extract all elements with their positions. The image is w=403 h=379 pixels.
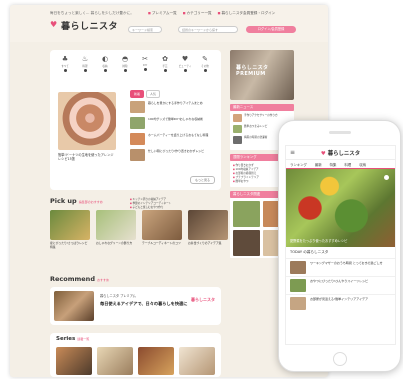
pickup-item[interactable]: おしゃれなグリーンの飾り方 xyxy=(96,210,136,249)
series-item[interactable] xyxy=(56,347,92,375)
pickup-item[interactable]: お弁当づくりのアイデア集 xyxy=(188,210,228,249)
phone-speaker xyxy=(329,131,351,134)
site-header: 毎日をちょっと楽しく… 暮らしを少しだけ豊かに。 ♥ 暮らしニスタ プレミアム一… xyxy=(10,5,328,42)
category-beauty[interactable]: ♥ ビューティ xyxy=(178,55,192,72)
box-icon: ◐ xyxy=(101,55,109,63)
hero-caption: 夏野菜をたっぷり使ったおすすめレシピ xyxy=(290,238,348,243)
category-row: ♣ すべて ♨ 料理 ◐ 収納 ◓ 掃除 ✂ DIY ✿ 手芸 ♥ ビューティ ✎ その他 xyxy=(58,55,212,72)
related-item[interactable] xyxy=(233,230,260,256)
more-button[interactable]: もっと見る xyxy=(189,176,215,184)
bucket-icon: ◓ xyxy=(121,55,129,63)
tab-latest[interactable]: 最新 xyxy=(315,162,322,167)
home-button[interactable] xyxy=(333,352,347,366)
tab-new[interactable]: 新着 xyxy=(130,90,145,98)
article-list: 暮らしを豊かにする手作りアイテムまとめ 100均グッズで簡単DIY!おしゃれな収… xyxy=(130,101,215,165)
list-item[interactable]: おやつにぴったり!ひんやりスイーツレシピ xyxy=(286,276,395,294)
related-item[interactable] xyxy=(233,201,260,227)
list-item[interactable]: ホームパーティーを盛り上げるおもてなし料理 xyxy=(130,133,215,145)
list-item[interactable]: 暮らしを豊かにする手作りアイテムまとめ xyxy=(130,101,215,113)
list-item[interactable]: 手作りアクセサリーの作り方 xyxy=(233,114,291,122)
series-card: Series 連載一覧 xyxy=(50,333,221,377)
tab-storage[interactable]: 収納 xyxy=(359,162,366,167)
recommend-card[interactable]: 暮らしニスタ プレミアム 毎日使えるアイデアで、日々の暮らしを快適に 暮らしニスタ xyxy=(50,287,221,325)
series-heading: Series 連載一覧 xyxy=(56,336,90,342)
tab-ranking[interactable]: ランキング xyxy=(290,162,307,167)
keyword-search-input[interactable]: 話題のキーワードから探す xyxy=(178,26,238,33)
smartphone-mockup: ≡ ♥ 暮らしニスタ ランキング 最新 特集 料理 収納 夏野菜をたっぷり使ったお… xyxy=(278,120,401,372)
article-thumbnail xyxy=(130,101,145,113)
series-item[interactable] xyxy=(179,347,215,375)
pickup-heading: Pick up 編集部のおすすめ xyxy=(50,197,103,205)
pot-icon: ♨ xyxy=(81,55,89,63)
premium-banner[interactable]: 暮らしニスタ PREMIUM xyxy=(230,50,294,100)
tagline: 毎日をちょっと楽しく… 暮らしを少しだけ豊かに。 xyxy=(50,11,134,15)
feed-tabs: 新着 人気 xyxy=(130,90,161,98)
mobile-tabs: ランキング 最新 特集 料理 収納 xyxy=(286,160,395,169)
main-feed-card: ♣ すべて ♨ 料理 ◐ 収納 ◓ 掃除 ✂ DIY ✿ 手芸 ♥ ビューティ ✎ その他 新着… xyxy=(50,50,221,209)
category-other[interactable]: ✎ その他 xyxy=(198,55,212,72)
category-all[interactable]: ♣ すべて xyxy=(58,55,72,72)
top-nav: プレミアム一覧 カテゴリー一覧 暮らしニスタ会員登録・ログイン xyxy=(148,11,276,16)
carousel-dot[interactable] xyxy=(384,175,389,180)
series-item[interactable] xyxy=(138,347,174,375)
login-button[interactable]: ログイン/会員登録 xyxy=(246,26,296,33)
recommend-text: 暮らしニスタ プレミアム 毎日使えるアイデアで、日々の暮らしを快適に xyxy=(100,294,188,306)
heart-icon: ♥ xyxy=(50,20,58,29)
bullet-links: キッチン周りの収納アイデア 季節のインテリアコーディネート 子どもと楽しむおやつ… xyxy=(130,198,172,210)
pickup-image xyxy=(142,210,182,240)
recommend-heading: Recommend おすすめ xyxy=(50,275,109,283)
pickup-item[interactable]: 夏にぴったり!さっぱりレシピ特集 xyxy=(50,210,90,249)
menu-icon[interactable]: ≡ xyxy=(290,150,295,156)
search-input[interactable]: キーワード検索 xyxy=(128,26,162,33)
tab-cooking[interactable]: 料理 xyxy=(344,162,351,167)
heart-icon: ♥ xyxy=(181,55,189,63)
list-item[interactable]: ワーキングマザーのおうち時間 とっておきの過ごし方 xyxy=(286,258,395,276)
list-item[interactable]: お部屋が見違える!簡単インテリアアイデア xyxy=(286,294,395,312)
pickup-image xyxy=(188,210,228,240)
heart-icon: ♥ xyxy=(320,150,326,157)
flower-icon: ✿ xyxy=(162,55,168,63)
scissors-icon: ✂ xyxy=(142,55,148,63)
mobile-section-title: TODAY の暮らしニスタ xyxy=(290,250,329,254)
pickup-item[interactable]: テーブルコーディネートのコツ xyxy=(142,210,182,249)
mobile-screen: ≡ ♥ 暮らしニスタ ランキング 最新 特集 料理 収納 夏野菜をたっぷり使ったお… xyxy=(285,145,396,345)
topnav-item-login[interactable]: 暮らしニスタ会員登録・ログイン xyxy=(218,11,275,16)
featured-donut-image[interactable] xyxy=(58,92,116,150)
clover-icon: ♣ xyxy=(61,55,69,63)
category-diy[interactable]: ✂ DIY xyxy=(138,55,152,72)
mobile-hero-image[interactable]: 夏野菜をたっぷり使ったおすすめレシピ xyxy=(286,169,395,247)
category-cooking[interactable]: ♨ 料理 xyxy=(78,55,92,72)
mobile-header: ≡ ♥ 暮らしニスタ xyxy=(286,146,395,160)
series-row xyxy=(56,347,215,375)
topnav-item-premium[interactable]: プレミアム一覧 xyxy=(148,11,177,16)
logo-text: 暮らしニスタ xyxy=(61,21,119,32)
article-thumbnail xyxy=(130,149,145,161)
pickup-image xyxy=(50,210,90,240)
pencil-icon: ✎ xyxy=(202,55,208,63)
recommend-logo: 暮らしニスタ xyxy=(191,297,215,302)
recommend-image xyxy=(54,291,94,321)
article-thumbnail xyxy=(130,133,145,145)
list-item[interactable]: 100均グッズで簡単DIY!おしゃれな収納術 xyxy=(130,117,215,129)
topnav-item-categories[interactable]: カテゴリー一覧 xyxy=(183,11,212,16)
category-cleaning[interactable]: ◓ 掃除 xyxy=(118,55,132,72)
site-logo[interactable]: 毎日をちょっと楽しく… 暮らしを少しだけ豊かに。 ♥ 暮らしニスタ xyxy=(50,11,134,32)
news-heading: 最新ニュース xyxy=(230,104,294,111)
pickup-image xyxy=(96,210,136,240)
tab-popular[interactable]: 人気 xyxy=(146,90,161,98)
category-storage[interactable]: ◐ 収納 xyxy=(98,55,112,72)
series-item[interactable] xyxy=(97,347,133,375)
article-thumbnail xyxy=(130,117,145,129)
featured-caption[interactable]: 簡単!ドーナツの生地を使ったアレンジレシピ15選 xyxy=(58,153,116,162)
pickup-row: 夏にぴったり!さっぱりレシピ特集 おしゃれなグリーンの飾り方 テーブルコーディネ… xyxy=(50,210,228,249)
list-item[interactable]: 忙しい朝にぴったり!作り置きおかずレシピ xyxy=(130,149,215,161)
category-craft[interactable]: ✿ 手芸 xyxy=(158,55,172,72)
mobile-logo[interactable]: ♥ 暮らしニスタ xyxy=(321,149,360,157)
tab-feature[interactable]: 特集 xyxy=(330,162,337,167)
